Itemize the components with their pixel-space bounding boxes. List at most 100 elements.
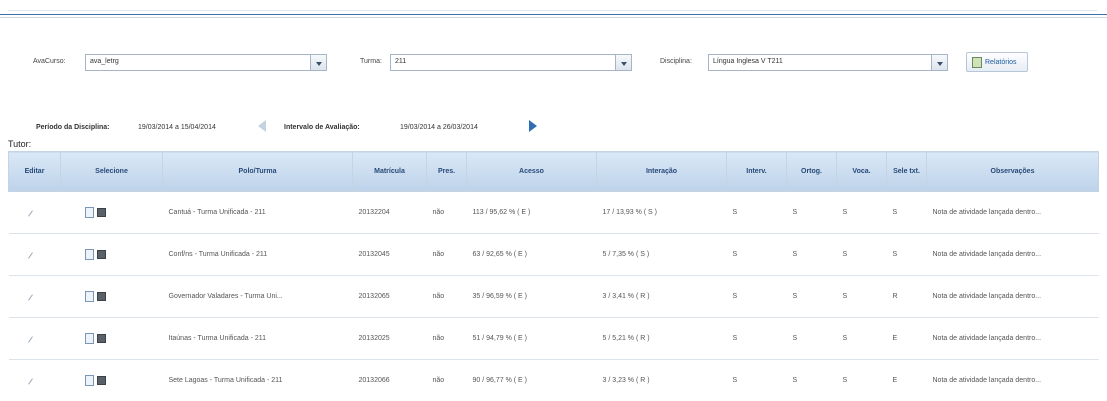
- col-header-pres[interactable]: Pres.: [426, 151, 467, 192]
- chevron-right-icon[interactable]: [526, 118, 540, 134]
- observacoes-cell: Nota de atividade lançada dentro...: [926, 317, 1099, 360]
- turma-label: Turma:: [360, 58, 382, 65]
- edit-cell[interactable]: [8, 275, 61, 318]
- pencil-icon[interactable]: [27, 336, 33, 343]
- col-header-observacoes[interactable]: Observações: [926, 151, 1099, 192]
- acesso-cell: 63 / 92,65 % ( E ): [466, 233, 597, 276]
- printer-icon[interactable]: [96, 292, 106, 301]
- pencil-icon[interactable]: [27, 294, 33, 301]
- sele-txt-cell: R: [886, 275, 927, 318]
- polo-turma-cell: Governador Valadares - Turma Uni...: [162, 275, 353, 318]
- printer-icon[interactable]: [96, 334, 106, 343]
- document-icon[interactable]: [84, 291, 94, 302]
- edit-cell[interactable]: [8, 233, 61, 276]
- turma-select[interactable]: 211: [390, 54, 632, 71]
- table-header-row: Editar Selecione Polo/Turma Matrícula Pr…: [8, 151, 1099, 192]
- interacao-cell: 3 / 3,41 % ( R ): [596, 275, 727, 318]
- col-header-voca[interactable]: Voca.: [836, 151, 887, 192]
- sele-txt-cell: S: [886, 191, 927, 234]
- pencil-icon[interactable]: [27, 252, 33, 259]
- turma-value: 211: [395, 58, 407, 65]
- interv-cell: S: [726, 233, 787, 276]
- ortog-cell: S: [786, 275, 837, 318]
- table-row: Governador Valadares - Turma Uni... 2013…: [8, 275, 1099, 318]
- table-row: Cantuá - Turma Unificada - 211 20132204 …: [8, 191, 1099, 234]
- interv-cell: S: [726, 359, 787, 401]
- document-icon[interactable]: [84, 333, 94, 344]
- col-header-editar[interactable]: Editar: [8, 151, 61, 192]
- col-header-sele-txt[interactable]: Sele txt.: [886, 151, 927, 192]
- period-discipline-value: 19/03/2014 a 15/04/2014: [138, 124, 216, 131]
- select-cell: [60, 191, 163, 234]
- select-cell: [60, 317, 163, 360]
- pencil-icon[interactable]: [27, 210, 33, 217]
- ortog-cell: S: [786, 233, 837, 276]
- polo-turma-cell: Conf/ns - Turma Unificada - 211: [162, 233, 353, 276]
- ortog-cell: S: [786, 359, 837, 401]
- document-icon[interactable]: [84, 207, 94, 218]
- matricula-cell: 20132045: [352, 233, 427, 276]
- col-header-selecione[interactable]: Selecione: [60, 151, 163, 192]
- edit-cell[interactable]: [8, 359, 61, 401]
- printer-icon[interactable]: [96, 250, 106, 259]
- students-table: Editar Selecione Polo/Turma Matrícula Pr…: [8, 151, 1099, 401]
- report-icon: [972, 57, 982, 68]
- col-header-interacao[interactable]: Interação: [596, 151, 727, 192]
- pres-cell: não: [426, 233, 467, 276]
- avacurso-value: ava_letrg: [90, 58, 119, 65]
- edit-cell[interactable]: [8, 191, 61, 234]
- interv-cell: S: [726, 275, 787, 318]
- select-cell: [60, 233, 163, 276]
- disciplina-value: Língua Inglesa V T211: [713, 58, 783, 65]
- pres-cell: não: [426, 191, 467, 234]
- document-icon[interactable]: [84, 375, 94, 386]
- col-header-interv[interactable]: Interv.: [726, 151, 787, 192]
- observacoes-cell: Nota de atividade lançada dentro...: [926, 359, 1099, 401]
- acesso-cell: 35 / 96,59 % ( E ): [466, 275, 597, 318]
- sele-txt-cell: S: [886, 233, 927, 276]
- interv-cell: S: [726, 317, 787, 360]
- disciplina-select[interactable]: Língua Inglesa V T211: [708, 54, 948, 71]
- chevron-down-icon[interactable]: [931, 54, 948, 71]
- chevron-left-icon[interactable]: [256, 118, 270, 134]
- ortog-cell: S: [786, 191, 837, 234]
- table-row: Itaúnas - Turma Unificada - 211 20132025…: [8, 317, 1099, 360]
- observacoes-cell: Nota de atividade lançada dentro...: [926, 275, 1099, 318]
- top-bar: [0, 0, 1107, 18]
- voca-cell: S: [836, 233, 887, 276]
- printer-icon[interactable]: [96, 376, 106, 385]
- voca-cell: S: [836, 191, 887, 234]
- select-cell: [60, 275, 163, 318]
- polo-turma-cell: Cantuá - Turma Unificada - 211: [162, 191, 353, 234]
- top-divider: [0, 14, 1107, 15]
- period-discipline-label: Período da Disciplina:: [36, 124, 110, 131]
- ortog-cell: S: [786, 317, 837, 360]
- col-header-ortog[interactable]: Ortog.: [786, 151, 837, 192]
- col-header-matricula[interactable]: Matrícula: [352, 151, 427, 192]
- pencil-icon[interactable]: [27, 378, 33, 385]
- col-header-acesso[interactable]: Acesso: [466, 151, 597, 192]
- acesso-cell: 51 / 94,79 % ( E ): [466, 317, 597, 360]
- col-header-polo-turma[interactable]: Polo/Turma: [162, 151, 353, 192]
- chevron-down-icon[interactable]: [310, 54, 327, 71]
- matricula-cell: 20132066: [352, 359, 427, 401]
- printer-icon[interactable]: [96, 208, 106, 217]
- filter-bar: AvaCurso: ava_letrg Turma: 211 Disciplin…: [0, 52, 1107, 74]
- reports-button[interactable]: Relatórios: [966, 52, 1028, 72]
- interacao-cell: 3 / 3,23 % ( R ): [596, 359, 727, 401]
- avacurso-select[interactable]: ava_letrg: [85, 54, 327, 71]
- matricula-cell: 20132025: [352, 317, 427, 360]
- voca-cell: S: [836, 275, 887, 318]
- reports-button-label: Relatórios: [985, 59, 1017, 66]
- interv-cell: S: [726, 191, 787, 234]
- avacurso-label: AvaCurso:: [33, 58, 66, 65]
- matricula-cell: 20132204: [352, 191, 427, 234]
- polo-turma-cell: Sete Lagoas - Turma Unificada - 211: [162, 359, 353, 401]
- table-row: Sete Lagoas - Turma Unificada - 211 2013…: [8, 359, 1099, 401]
- edit-cell[interactable]: [8, 317, 61, 360]
- document-icon[interactable]: [84, 249, 94, 260]
- chevron-down-icon[interactable]: [615, 54, 632, 71]
- voca-cell: S: [836, 359, 887, 401]
- disciplina-label: Disciplina:: [660, 58, 692, 65]
- select-cell: [60, 359, 163, 401]
